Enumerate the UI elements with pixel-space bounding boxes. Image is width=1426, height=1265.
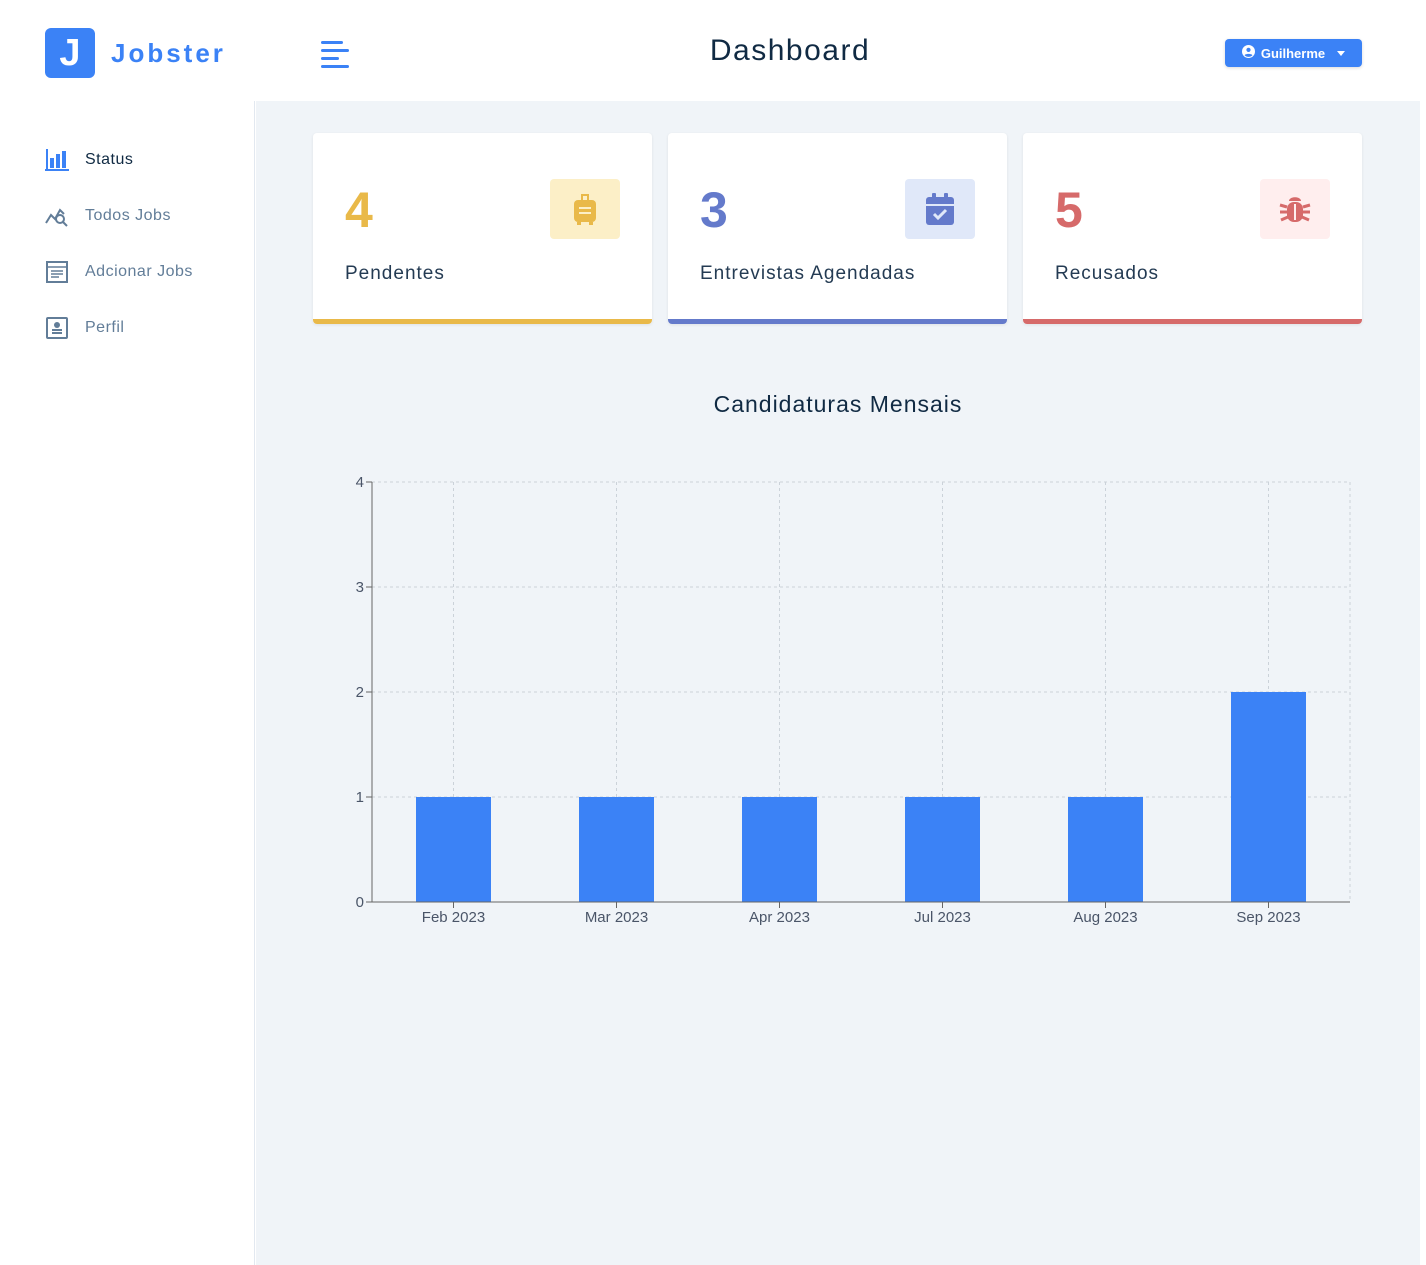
y-tick-label: 0: [356, 894, 364, 911]
form-icon: [45, 260, 69, 284]
chart-bar: [1068, 797, 1143, 902]
sidebar-item-label: Perfil: [85, 319, 125, 336]
sidebar-item-adcionar-jobs[interactable]: Adcionar Jobs: [45, 260, 193, 284]
sidebar-item-status[interactable]: Status: [45, 148, 133, 172]
chart-bar: [742, 797, 817, 902]
user-circle-icon: [1241, 45, 1255, 61]
x-tick-label: Mar 2023: [585, 909, 648, 926]
user-menu-button[interactable]: Guilherme: [1225, 39, 1362, 67]
monthly-applications-chart: 0 1 2 3 4 Feb 2023 Mar 2023 Apr 2023 Jul 2023 Aug…: [356, 474, 1351, 926]
bar-chart-icon: [45, 148, 69, 172]
chart-bar: [1231, 692, 1306, 902]
sidebar-item-label: Adcionar Jobs: [85, 263, 193, 280]
x-tick-label: Aug 2023: [1073, 909, 1137, 926]
x-tick-label: Sep 2023: [1236, 909, 1300, 926]
y-tick-label: 2: [356, 684, 364, 701]
sidebar: Status Todos Jobs Adcionar Jobs Perfil: [5, 101, 255, 1265]
x-tick-label: Apr 2023: [749, 909, 810, 926]
sidebar-item-label: Todos Jobs: [85, 207, 171, 224]
sidebar-item-todos-jobs[interactable]: Todos Jobs: [45, 204, 171, 228]
search-chart-icon: [45, 204, 69, 228]
sidebar-item-label: Status: [85, 151, 134, 168]
user-name: Guilherme: [1260, 45, 1326, 61]
y-tick-label: 4: [356, 474, 364, 491]
top-navbar: J Jobster Dashboard Guilherme: [5, 5, 1420, 101]
chart-bar: [905, 797, 980, 902]
chart-bar: [579, 797, 654, 902]
chart-bar: [416, 797, 491, 902]
y-tick-label: 1: [356, 789, 364, 806]
sidebar-item-perfil[interactable]: Perfil: [45, 316, 124, 340]
main-content: 4 Pendentes 3 Entrevistas Agendadas 5 Re…: [256, 101, 1420, 1265]
page-title: Dashboard: [709, 34, 871, 67]
y-tick-label: 3: [356, 579, 364, 596]
x-tick-label: Jul 2023: [914, 909, 971, 926]
x-tick-label: Feb 2023: [422, 909, 485, 926]
chevron-down-icon: [1337, 50, 1346, 56]
profile-card-icon: [45, 316, 69, 340]
